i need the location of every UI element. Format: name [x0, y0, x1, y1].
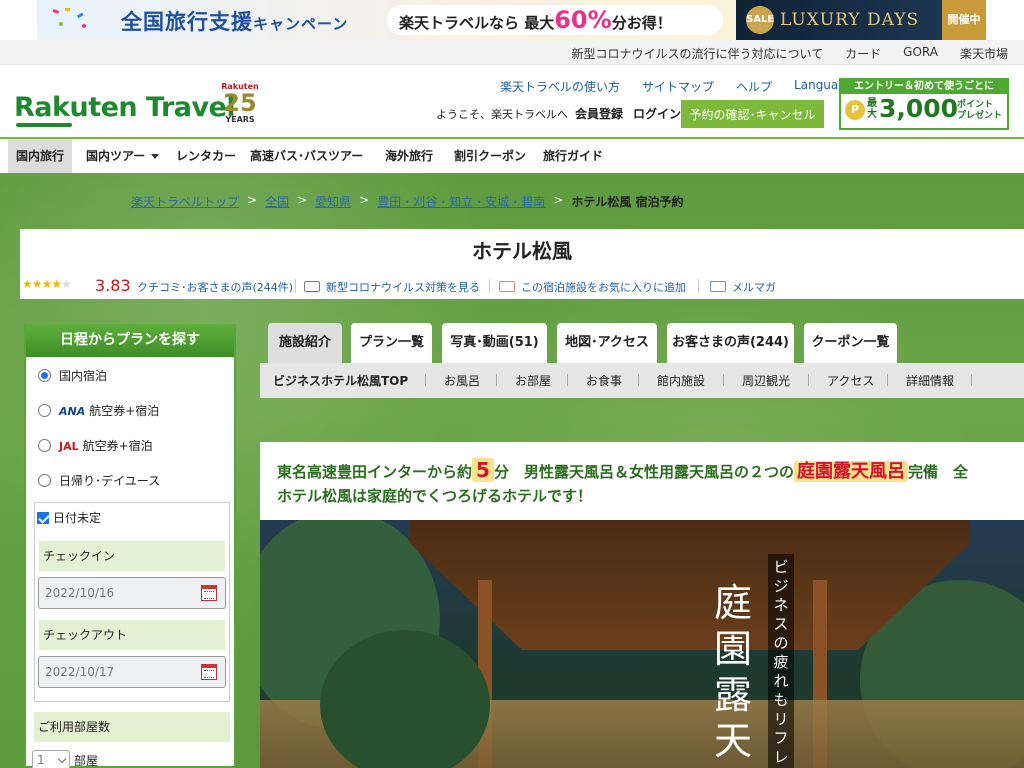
register-link[interactable]: 会員登録	[575, 105, 623, 122]
document-icon	[304, 281, 320, 292]
catch-copy: 東名高速豊田インターから約 5 分 男性露天風呂＆女性用露天風呂の２つの 庭園露天風呂…	[277, 458, 968, 505]
subnav-top[interactable]: ビジネスホテル松風TOP	[273, 372, 408, 389]
nav-domestic[interactable]: 国内旅行	[8, 139, 73, 173]
breadcrumb-top[interactable]: 楽天トラベルトップ	[131, 193, 239, 210]
site-header: Rakuten Travel Rakuten 25 YEARS 楽天トラベルの使…	[0, 66, 1024, 139]
sub-nav: ビジネスホテル松風TOP お風呂 お部屋 お食事 館内施設 周辺観光 アクセス …	[260, 363, 1024, 398]
confetti-icon	[52, 8, 86, 28]
nav-bus[interactable]: 高速バス･バスツアー	[250, 139, 363, 173]
rooms-label: ご利用部屋数	[34, 712, 230, 742]
nav-domestic-tour[interactable]: 国内ツアー	[86, 139, 160, 173]
radio-icon	[38, 404, 51, 417]
nav-rentacar[interactable]: レンタカー	[176, 139, 236, 173]
radio-checked-icon	[38, 369, 51, 382]
luxury-status: 開催中	[942, 0, 986, 40]
rating-score: 3.83	[95, 276, 131, 295]
checkout-label: チェックアウト	[39, 620, 225, 650]
date-undecided-checkbox[interactable]: 日付未定	[37, 509, 101, 526]
hero-subtitle: ビジネスの疲れもリフレッシュ	[768, 554, 794, 768]
subnav-facilities[interactable]: 館内施設	[657, 372, 705, 389]
tab-map[interactable]: 地図･アクセス	[557, 323, 657, 363]
tab-reviews[interactable]: お客さまの声(244)	[667, 323, 794, 363]
option-domestic-stay[interactable]: 国内宿泊	[38, 366, 107, 386]
mail-magazine-link[interactable]: メルマガ	[710, 279, 776, 295]
help-link[interactable]: ヘルプ	[736, 78, 772, 95]
breadcrumb-current: ホテル松風 宿泊予約	[571, 195, 684, 209]
option-day-use[interactable]: 日帰り･デイユース	[38, 471, 160, 491]
reservation-check-button[interactable]: 予約の確認･キャンセル	[681, 100, 824, 128]
rooms-unit: 部屋	[74, 754, 99, 768]
login-link[interactable]: ログイン	[633, 105, 681, 122]
subnav-meals[interactable]: お食事	[586, 372, 622, 389]
option-jal-flight-stay[interactable]: JAL 航空券+宿泊	[38, 436, 153, 456]
rakuten-travel-logo[interactable]: Rakuten Travel	[14, 92, 236, 127]
calendar-icon	[201, 664, 217, 680]
rooms-select[interactable]: 1	[32, 750, 70, 768]
ana-logo-icon: ANA	[59, 405, 86, 418]
covid-notice-link[interactable]: 新型コロナウイルスの流行に伴う対応について	[572, 45, 824, 62]
breadcrumb-aichi[interactable]: 愛知県	[315, 193, 351, 210]
nav-overseas[interactable]: 海外旅行	[385, 139, 433, 173]
campaign-pill: 楽天トラベルなら 最大60%分お得！	[387, 5, 723, 35]
nav-guide[interactable]: 旅行ガイド	[543, 139, 603, 173]
tab-coupons[interactable]: クーポン一覧	[804, 323, 897, 363]
luxury-days-title: LUXURY DAYS	[780, 10, 920, 30]
reviews-link[interactable]: クチコミ･お客さまの声(244件)	[137, 279, 293, 295]
facility-content: 東名高速豊田インターから約 5 分 男性露天風呂＆女性用露天風呂の２つの 庭園露天風呂…	[260, 442, 1024, 768]
hero-title: 庭園露天	[714, 581, 753, 763]
add-favorite-link[interactable]: この宿泊施設をお気に入りに追加	[499, 279, 686, 295]
gora-link[interactable]: GORA	[903, 45, 938, 62]
breadcrumb-all[interactable]: 全国	[265, 193, 289, 210]
sidebar-title: 日程からプランを探す	[26, 324, 234, 357]
calendar-icon	[201, 585, 217, 601]
sale-badge: SALE	[746, 6, 774, 34]
subnav-access[interactable]: アクセス	[827, 372, 874, 389]
hotel-header: ホテル松風 ★★★★★ 3.83 クチコミ･お客さまの声(244件) 新型コロナ…	[20, 229, 1024, 299]
option-ana-flight-stay[interactable]: ANA 航空券+宿泊	[38, 401, 159, 421]
breadcrumb: 楽天トラベルトップ > 全国 > 愛知県 > 豊田・刈谷・知立・安城・碧南 > …	[131, 193, 684, 210]
checkbox-checked-icon	[37, 512, 49, 524]
radio-icon	[38, 439, 51, 452]
rating-stars-icon: ★★★★★	[22, 277, 72, 291]
favorite-icon	[499, 281, 515, 292]
luxury-days-banner[interactable]: SALE LUXURY DAYS 開催中	[736, 0, 986, 40]
subnav-sightseeing[interactable]: 周辺観光	[742, 372, 790, 389]
plan-search-sidebar: 日程からプランを探す 国内宿泊 ANA 航空券+宿泊 JAL 航空券+宿泊 日帰り･…	[24, 324, 236, 768]
travel-support-banner[interactable]: 全国旅行支援キャンペーン 楽天トラベルなら 最大60%分お得！	[37, 0, 736, 40]
nav-coupon[interactable]: 割引クーポン	[454, 139, 526, 173]
covid-measures-link[interactable]: 新型コロナウイルス対策を見る	[304, 279, 480, 295]
how-to-use-link[interactable]: 楽天トラベルの使い方	[500, 78, 620, 95]
tab-photos[interactable]: 写真･動画(51)	[442, 323, 547, 363]
promo-banner[interactable]: 全国旅行支援キャンペーン 楽天トラベルなら 最大60%分お得！ SALE LUX…	[0, 0, 1024, 40]
radio-icon	[38, 474, 51, 487]
ichiba-link[interactable]: 楽天市場	[960, 45, 1008, 62]
campaign-title: 全国旅行支援キャンペーン	[121, 10, 349, 34]
jal-logo-icon: JAL	[59, 440, 79, 453]
hotel-name: ホテル松風	[472, 239, 572, 263]
top-strip: 新型コロナウイルスの流行に伴う対応について カード GORA 楽天市場	[0, 40, 1024, 65]
subnav-rooms[interactable]: お部屋	[515, 372, 551, 389]
main-nav: 国内旅行 国内ツアー レンタカー 高速バス･バスツアー 海外旅行 割引クーポン …	[0, 139, 1024, 173]
tab-facility-info[interactable]: 施設紹介	[268, 323, 342, 365]
chevron-down-icon	[151, 154, 160, 159]
subnav-details[interactable]: 詳細情報	[906, 372, 954, 389]
tab-plans[interactable]: プラン一覧	[351, 323, 432, 363]
checkin-input[interactable]: 2022/10/16	[38, 577, 226, 609]
welcome-text: ようこそ、楽天トラベルへ	[436, 108, 568, 121]
breadcrumb-area[interactable]: 豊田・刈谷・知立・安城・碧南	[377, 193, 545, 210]
date-box: 日付未定 チェックイン 2022/10/16 チェックアウト 2022/10/1…	[34, 502, 230, 702]
card-link[interactable]: カード	[845, 45, 881, 62]
checkin-label: チェックイン	[39, 541, 225, 571]
point-coin-icon: P	[845, 100, 865, 120]
anniversary-25-logo: Rakuten 25 YEARS	[221, 82, 259, 124]
subnav-bath[interactable]: お風呂	[444, 372, 480, 389]
entry-points-banner[interactable]: エントリー＆初めて使うごとに P 最大 3,000 ポイント プレゼント	[839, 78, 1009, 130]
sitemap-link[interactable]: サイトマップ	[642, 78, 714, 95]
hero-image: 庭園露天 ビジネスの疲れもリフレッシュ	[260, 520, 1024, 768]
checkout-input[interactable]: 2022/10/17	[38, 656, 226, 688]
mail-icon	[710, 281, 726, 292]
